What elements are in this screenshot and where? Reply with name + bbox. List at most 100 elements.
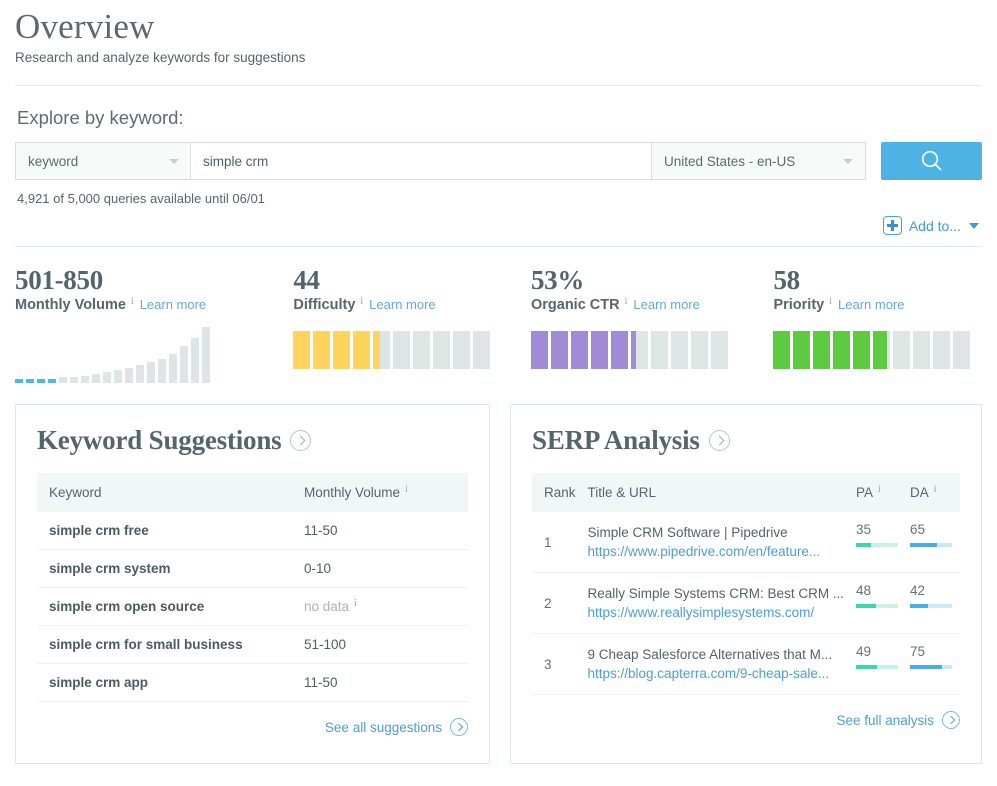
volume-cell: no datai (292, 588, 468, 626)
sparkline-bar (81, 376, 89, 383)
sparkline-bar (92, 374, 100, 383)
table-row[interactable]: simple crm for small business51-100 (37, 626, 468, 664)
info-icon[interactable]: i (405, 484, 408, 495)
title-url-cell: 9 Cheap Salesforce Alternatives that M..… (576, 634, 852, 695)
metric-card-monthly-volume: 501-850Monthly VolumeiLearn more (15, 265, 293, 383)
score-segment (773, 331, 790, 369)
score-segment (933, 331, 950, 369)
pa-cell: 48 (852, 573, 906, 634)
table-row[interactable]: simple crm open sourceno datai (37, 588, 468, 626)
score-segment (813, 331, 830, 369)
title-url-cell: Simple CRM Software | Pipedrivehttps://w… (576, 512, 852, 573)
learn-more-link[interactable]: Learn more (369, 297, 435, 312)
keyword-suggestions-header: Keyword Suggestions (37, 425, 468, 456)
search-bar: keyword United States - en-US (15, 142, 982, 180)
metric-card-difficulty: 44DifficultyiLearn more (293, 265, 531, 383)
title-url-cell: Really Simple Systems CRM: Best CRM ...h… (576, 573, 852, 634)
page-title: Overview (15, 6, 982, 48)
result-url[interactable]: https://www.reallysimplesystems.com/ (588, 603, 852, 622)
score-segment (353, 331, 370, 369)
info-icon[interactable]: i (354, 598, 357, 609)
table-row[interactable]: simple crm app11-50 (37, 664, 468, 702)
learn-more-link[interactable]: Learn more (838, 297, 904, 312)
score-segment (711, 331, 728, 369)
info-icon[interactable]: i (934, 484, 937, 495)
metric-value: 75 (910, 644, 960, 660)
score-segment (893, 331, 910, 369)
metric-label: Priority (773, 297, 824, 313)
sparkline-bar (136, 365, 144, 383)
chevron-right-circle-icon[interactable] (709, 430, 730, 451)
pa-cell: 49 (852, 634, 906, 695)
info-icon[interactable]: i (131, 296, 134, 307)
keyword-cell: simple crm system (37, 550, 292, 588)
da-cell: 75 (906, 634, 960, 695)
column-header-rank: Rank (532, 473, 576, 512)
see-all-suggestions-link[interactable]: See all suggestions (325, 720, 442, 735)
score-segment (671, 331, 688, 369)
learn-more-link[interactable]: Learn more (140, 297, 206, 312)
result-url[interactable]: https://blog.capterra.com/9-cheap-sale..… (588, 664, 852, 683)
sparkline-bar (37, 379, 45, 383)
column-header-pa: PAi (852, 473, 906, 512)
keyword-type-select[interactable]: keyword (15, 142, 190, 180)
table-row[interactable]: 2Really Simple Systems CRM: Best CRM ...… (532, 573, 960, 634)
sparkline-bar (202, 327, 210, 383)
score-segment (433, 331, 450, 369)
info-icon[interactable]: i (360, 296, 363, 307)
metric-value: 49 (856, 644, 906, 660)
metric-value: 58 (773, 265, 982, 295)
info-icon[interactable]: i (829, 296, 832, 307)
score-segment (393, 331, 410, 369)
sparkline-bar (48, 379, 56, 383)
sparkline-bar (26, 379, 34, 383)
result-url[interactable]: https://www.pipedrive.com/en/feature... (588, 542, 852, 561)
chevron-down-icon (969, 223, 979, 229)
info-icon[interactable]: i (625, 296, 628, 307)
learn-more-link[interactable]: Learn more (633, 297, 699, 312)
rank-cell: 1 (532, 512, 576, 573)
score-bar (293, 331, 531, 369)
keyword-cell: simple crm free (37, 512, 292, 550)
search-input[interactable] (190, 142, 651, 180)
see-full-analysis-link[interactable]: See full analysis (836, 713, 934, 728)
metric-card-priority: 58 Priority i Learn more (773, 265, 982, 383)
info-icon[interactable]: i (878, 484, 881, 495)
serp-analysis-panel: SERP Analysis Rank Title & URL PAi DAi (510, 404, 982, 764)
search-button[interactable] (881, 142, 982, 180)
result-title: Simple CRM Software | Pipedrive (588, 523, 852, 542)
sparkline-bar (114, 370, 122, 383)
add-to-button[interactable]: Add to... (883, 216, 979, 235)
chevron-right-circle-icon[interactable] (290, 430, 311, 451)
column-header-title-url: Title & URL (576, 473, 852, 512)
metric-value: 53% (531, 265, 773, 295)
table-row[interactable]: simple crm free11-50 (37, 512, 468, 550)
serp-analysis-footer: See full analysis (532, 711, 960, 729)
metric-value: 44 (293, 265, 531, 295)
table-row[interactable]: 1Simple CRM Software | Pipedrivehttps://… (532, 512, 960, 573)
keyword-cell: simple crm open source (37, 588, 292, 626)
pa-cell: 35 (852, 512, 906, 573)
chevron-right-circle-icon[interactable] (450, 718, 468, 736)
metric-value: 35 (856, 522, 906, 538)
add-to-label: Add to... (909, 218, 961, 234)
add-to-row: Add to... (15, 216, 982, 235)
sparkline-bar (70, 377, 78, 383)
serp-analysis-table: Rank Title & URL PAi DAi 1Simple CRM Sof… (532, 473, 960, 695)
score-segment (333, 331, 350, 369)
metric-bar (856, 665, 898, 669)
table-row[interactable]: 39 Cheap Salesforce Alternatives that M.… (532, 634, 960, 695)
country-select[interactable]: United States - en-US (651, 142, 866, 180)
score-segment (953, 331, 970, 369)
table-row[interactable]: simple crm system0-10 (37, 550, 468, 588)
score-segment (913, 331, 930, 369)
metric-card-organic-ctr: 53%Organic CTRiLearn more (531, 265, 773, 383)
chevron-down-icon (169, 159, 179, 164)
metric-value: 48 (856, 583, 906, 599)
keyword-suggestions-panel: Keyword Suggestions Keyword Monthly Volu… (15, 404, 490, 764)
chevron-right-circle-icon[interactable] (942, 711, 960, 729)
score-segment (591, 331, 608, 369)
header-divider (15, 85, 982, 86)
country-value: United States - en-US (664, 154, 795, 169)
rank-cell: 3 (532, 634, 576, 695)
